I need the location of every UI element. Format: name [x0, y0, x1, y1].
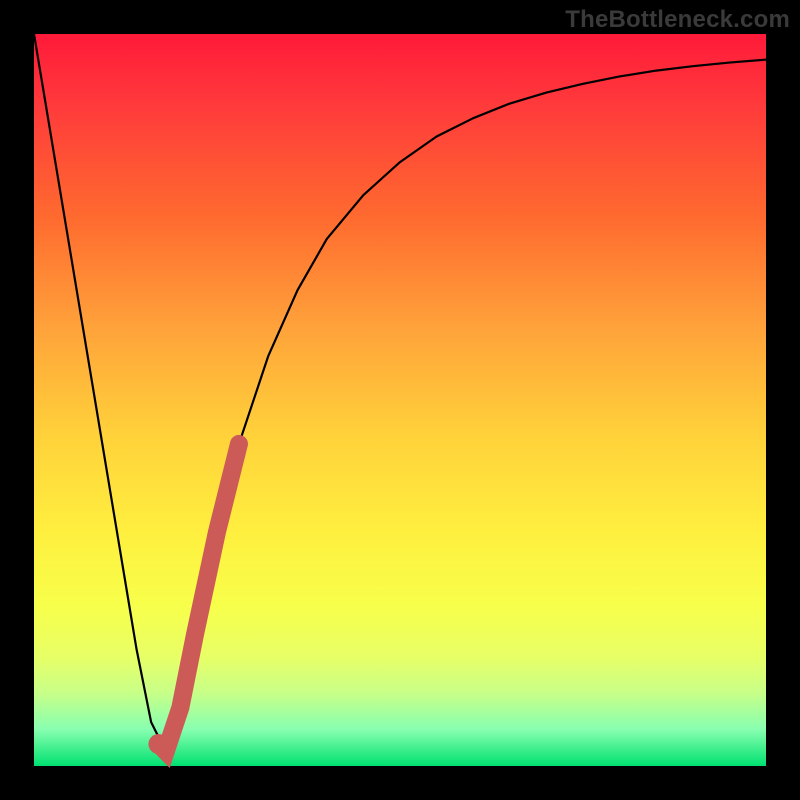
chart-frame: TheBottleneck.com — [0, 0, 800, 800]
watermark: TheBottleneck.com — [565, 6, 790, 34]
highlight-dot — [148, 734, 168, 754]
curve-svg — [34, 34, 766, 766]
highlight-segment — [158, 444, 239, 751]
bottleneck-curve — [34, 34, 766, 751]
plot-area — [34, 34, 766, 766]
